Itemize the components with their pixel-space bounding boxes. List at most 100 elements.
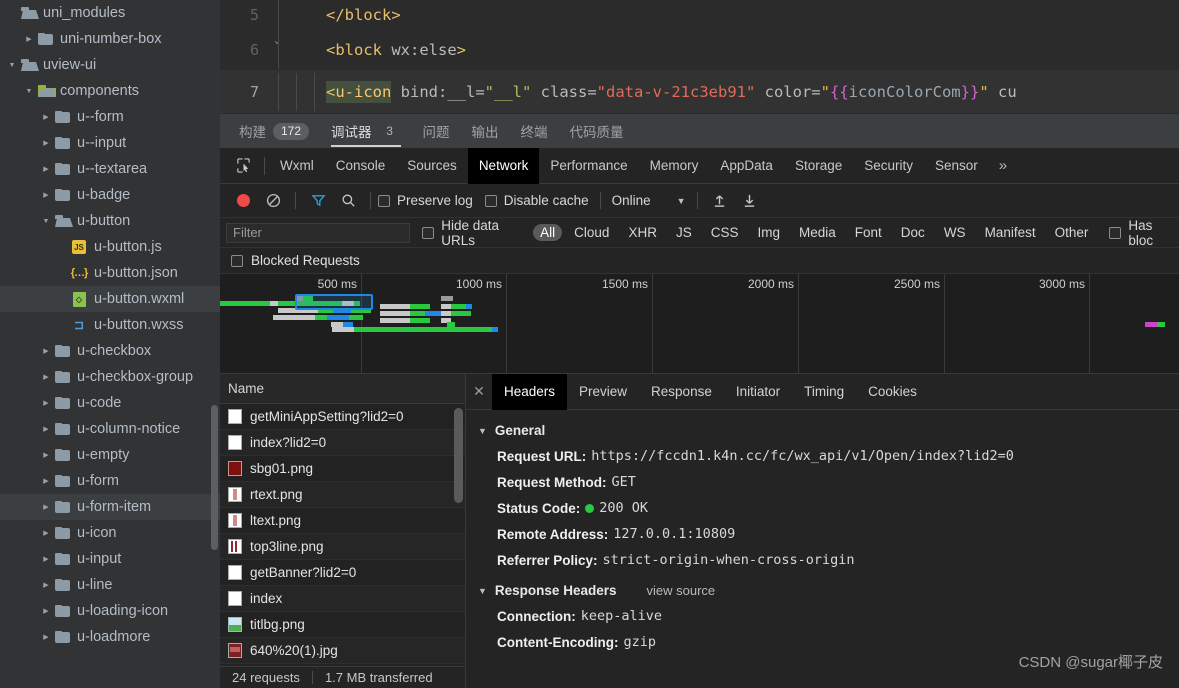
tree-item-u-button-wxss[interactable]: ⊐ u-button.wxss	[0, 312, 220, 338]
tree-item-u-form-item[interactable]: u-form-item	[0, 494, 220, 520]
detail-tab-response[interactable]: Response	[639, 374, 724, 410]
resource-type-media[interactable]: Media	[792, 224, 843, 241]
devtools-tab-sensor[interactable]: Sensor	[924, 148, 989, 184]
devtools-tab-console[interactable]: Console	[325, 148, 397, 184]
checkbox-box[interactable]	[378, 194, 390, 207]
request-row[interactable]: index?lid2=0	[220, 430, 465, 456]
devtools-tab-security[interactable]: Security	[853, 148, 924, 184]
resource-type-ws[interactable]: WS	[937, 224, 973, 241]
tree-item-u-code[interactable]: u-code	[0, 390, 220, 416]
tree-item-u-button-js[interactable]: JS u-button.js	[0, 234, 220, 260]
throttling-select[interactable]: Online ▼	[608, 193, 690, 208]
chevron-right-icon[interactable]	[40, 130, 52, 156]
devtools-tab-memory[interactable]: Memory	[639, 148, 710, 184]
search-icon[interactable]	[333, 186, 363, 216]
checkbox-box[interactable]	[484, 194, 497, 207]
requests-list[interactable]: getMiniAppSetting?lid2=0 index?lid2=0 sbg0…	[220, 404, 465, 666]
chevron-right-icon[interactable]	[40, 546, 52, 572]
devtools-tab-bar[interactable]: Wxml Console Sources Network Performance Memo…	[220, 148, 1179, 184]
requests-name-column-header[interactable]: Name	[220, 374, 465, 404]
code-editor[interactable]: 5 </block> 6 ⌄ <block wx:else> 7 <u-icon…	[220, 0, 1179, 113]
devtools-tab-sources[interactable]: Sources	[396, 148, 468, 184]
collapse-triangle-icon[interactable]: ▼	[478, 426, 487, 436]
chevron-down-icon[interactable]	[40, 208, 52, 234]
tree-item-uni-modules[interactable]: uni_modules	[0, 0, 220, 26]
build-tab-0[interactable]: 构建 172	[228, 114, 320, 149]
chevron-right-icon[interactable]	[40, 156, 52, 182]
build-tab-3[interactable]: 输出	[461, 114, 510, 149]
more-tabs-icon[interactable]: »	[989, 157, 1017, 174]
checkbox-box[interactable]	[231, 254, 243, 267]
filter-input[interactable]: Filter	[226, 222, 411, 243]
resource-type-img[interactable]: Img	[750, 224, 787, 241]
response-headers-section-header[interactable]: ▼ Response Headers view source	[466, 578, 1179, 603]
tree-item-u-input[interactable]: u--input	[0, 130, 220, 156]
request-row[interactable]: sbg01.png	[220, 456, 465, 482]
tree-item-u-checkbox[interactable]: u-checkbox	[0, 338, 220, 364]
resource-type-font[interactable]: Font	[848, 224, 889, 241]
chevron-right-icon[interactable]	[40, 390, 52, 416]
chevron-right-icon[interactable]	[40, 442, 52, 468]
record-button[interactable]	[228, 186, 258, 216]
tree-item-u-column-notice[interactable]: u-column-notice	[0, 416, 220, 442]
request-row[interactable]: rtext.png	[220, 482, 465, 508]
detail-tab-preview[interactable]: Preview	[567, 374, 639, 410]
network-overview-timeline[interactable]: 500 ms 1000 ms 1500 ms 2000 ms 2500 ms 3000 m…	[220, 274, 1179, 374]
chevron-right-icon[interactable]	[40, 182, 52, 208]
tree-item-u-line[interactable]: u-line	[0, 572, 220, 598]
export-har-icon[interactable]	[735, 186, 765, 216]
request-row[interactable]: titlbg.png	[220, 612, 465, 638]
request-row[interactable]: top3line.png	[220, 534, 465, 560]
tree-item-u-loadmore[interactable]: u-loadmore	[0, 624, 220, 650]
tree-item-uni-number-box[interactable]: uni-number-box	[0, 26, 220, 52]
request-row[interactable]: getMiniAppSetting?lid2=0	[220, 404, 465, 430]
tree-item-uview-ui[interactable]: uview-ui	[0, 52, 220, 78]
resource-type-doc[interactable]: Doc	[894, 224, 932, 241]
chevron-down-icon[interactable]	[23, 78, 35, 104]
checkbox-box[interactable]	[422, 226, 435, 239]
clear-button[interactable]	[258, 186, 288, 216]
file-tree-scrollbar[interactable]	[211, 405, 218, 550]
disable-cache-checkbox[interactable]: Disable cache	[484, 193, 589, 208]
checkbox-box[interactable]	[1109, 226, 1122, 239]
general-section-header[interactable]: ▼ General	[466, 418, 1179, 443]
devtools-tab-storage[interactable]: Storage	[784, 148, 853, 184]
tree-item-u-input[interactable]: u-input	[0, 546, 220, 572]
request-row[interactable]: getBanner?lid2=0	[220, 560, 465, 586]
devtools-tab-performance[interactable]: Performance	[539, 148, 638, 184]
tree-item-components[interactable]: components	[0, 78, 220, 104]
detail-tab-headers[interactable]: Headers	[492, 374, 568, 410]
chevron-right-icon[interactable]	[40, 598, 52, 624]
tree-item-u-button-wxml[interactable]: ◇ u-button.wxml	[0, 286, 220, 312]
chevron-right-icon[interactable]	[40, 572, 52, 598]
tree-item-u-checkbox-group[interactable]: u-checkbox-group	[0, 364, 220, 390]
overview-selection-window[interactable]	[295, 294, 373, 310]
build-tabs-bar[interactable]: 构建 172 调试器 3 问题 输出 终端 代码质量	[220, 113, 1179, 148]
build-tab-1[interactable]: 调试器 3	[320, 114, 412, 149]
close-icon[interactable]: ✕	[466, 383, 492, 400]
resource-type-other[interactable]: Other	[1048, 224, 1096, 241]
import-har-icon[interactable]	[705, 186, 735, 216]
network-filter-row[interactable]: Filter Hide data URLs All Cloud XHR JS CSS Im…	[220, 218, 1179, 248]
devtools-tab-network[interactable]: Network	[467, 148, 540, 184]
request-row[interactable]: index	[220, 586, 465, 612]
project-file-tree[interactable]: uni_modules uni-number-box uview-ui compone…	[0, 0, 220, 688]
chevron-right-icon[interactable]	[40, 468, 52, 494]
chevron-right-icon[interactable]	[40, 338, 52, 364]
resource-type-manifest[interactable]: Manifest	[978, 224, 1043, 241]
resource-type-all[interactable]: All	[533, 224, 563, 241]
request-row[interactable]: ltext.png	[220, 508, 465, 534]
view-source-link[interactable]: view source	[624, 583, 715, 598]
detail-tab-bar[interactable]: ✕ Headers Preview Response Initiator Timing C…	[466, 374, 1179, 410]
resource-type-cloud[interactable]: Cloud	[567, 224, 616, 241]
build-tab-2[interactable]: 问题	[412, 114, 461, 149]
tree-item-u-badge[interactable]: u-badge	[0, 182, 220, 208]
detail-tab-timing[interactable]: Timing	[792, 374, 856, 410]
chevron-right-icon[interactable]	[40, 624, 52, 650]
tree-item-u-loading-icon[interactable]: u-loading-icon	[0, 598, 220, 624]
detail-tab-cookies[interactable]: Cookies	[856, 374, 929, 410]
chevron-right-icon[interactable]	[40, 364, 52, 390]
chevron-right-icon[interactable]	[40, 520, 52, 546]
tree-item-u-button-json[interactable]: {…} u-button.json	[0, 260, 220, 286]
resource-type-xhr[interactable]: XHR	[621, 224, 664, 241]
